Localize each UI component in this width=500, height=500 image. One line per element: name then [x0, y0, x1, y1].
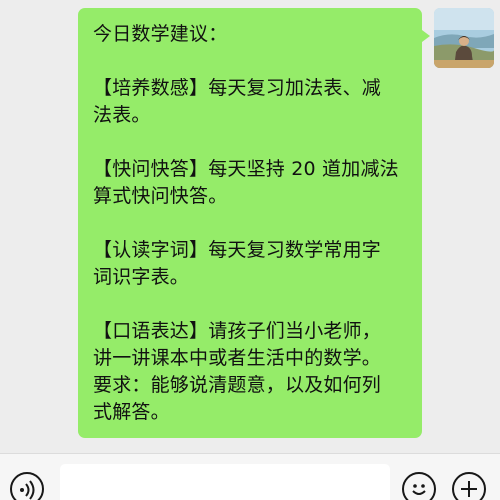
message-blank-line: [93, 48, 406, 75]
message-line: 要求：能够说清题意，以及如何列: [93, 374, 382, 396]
message-line: 式解答。: [93, 401, 170, 423]
message-blank-line: [93, 291, 406, 318]
input-bar: [0, 453, 500, 500]
message-line: 词识字表。: [93, 266, 190, 288]
message-line: 法表。: [93, 104, 151, 126]
message-line: 【口语表达】请孩子们当小老师，: [93, 320, 382, 342]
message-input[interactable]: [60, 464, 390, 500]
avatar-image: [434, 8, 494, 68]
message-line: 算式快问快答。: [93, 185, 228, 207]
message-blank-line: [93, 210, 406, 237]
chat-screen: 今日数学建议： 【培养数感】每天复习加法表、减 法表。 【快问快答】每天坚持 2…: [0, 0, 500, 500]
voice-button[interactable]: [10, 472, 44, 500]
message-bubble[interactable]: 今日数学建议： 【培养数感】每天复习加法表、减 法表。 【快问快答】每天坚持 2…: [78, 8, 422, 438]
message-line: 讲一讲课本中或者生活中的数学。: [93, 347, 382, 369]
message-line: 今日数学建议：: [93, 23, 228, 45]
user-avatar[interactable]: [434, 8, 494, 68]
plus-icon: [461, 481, 477, 497]
emoji-button[interactable]: [402, 472, 436, 500]
message-line: 【培养数感】每天复习加法表、减: [93, 77, 382, 99]
message-text: 今日数学建议： 【培养数感】每天复习加法表、减 法表。 【快问快答】每天坚持 2…: [93, 21, 406, 426]
more-button[interactable]: [452, 472, 486, 500]
emoji-icon: [412, 484, 426, 495]
voice-icon: [20, 480, 35, 500]
message-blank-line: [93, 129, 406, 156]
message-line: 【快问快答】每天坚持 20 道加减法: [93, 158, 399, 180]
message-line: 【认读字词】每天复习数学常用字: [93, 239, 382, 261]
bubble-tail: [422, 30, 430, 42]
